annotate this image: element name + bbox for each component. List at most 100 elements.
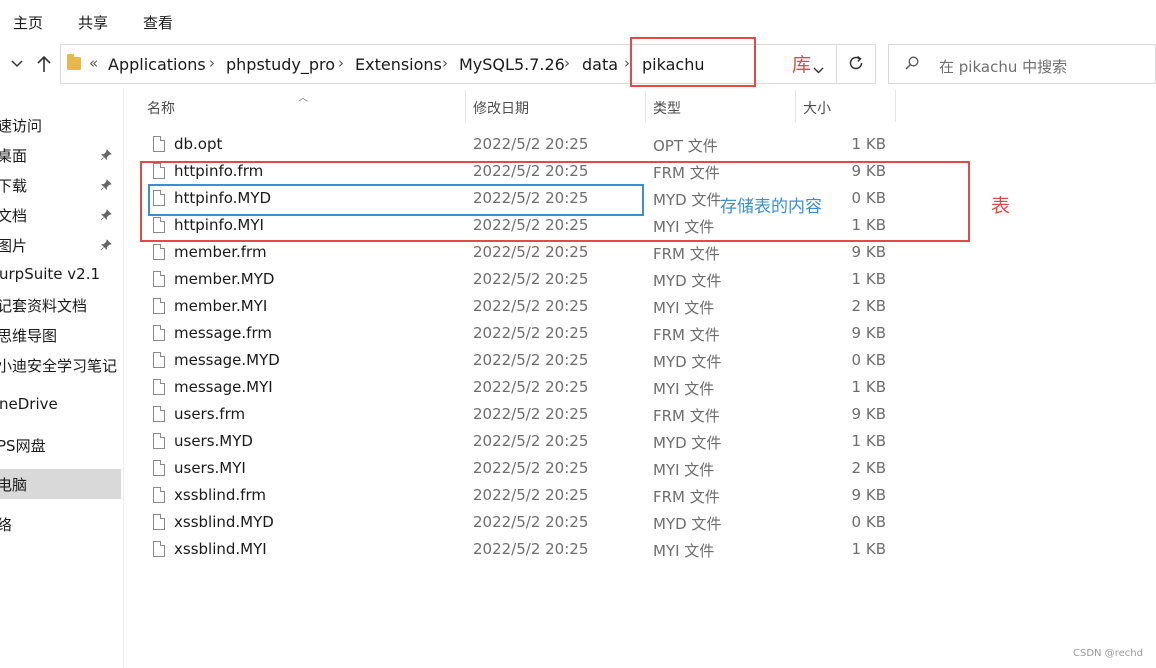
file-size: 2 KB [851, 297, 886, 315]
address-divider [836, 45, 837, 83]
breadcrumb-overflow[interactable]: « [89, 54, 98, 72]
file-size: 9 KB [851, 486, 886, 504]
column-header-type[interactable]: 类型 [653, 98, 681, 118]
file-size: 1 KB [851, 378, 886, 396]
file-row[interactable]: xssblind.MYI 2022/5/2 20:25 MYI 文件 1 KB [148, 536, 908, 563]
file-icon [153, 433, 165, 449]
breadcrumb-phpstudy-pro[interactable]: phpstudy_pro [226, 55, 335, 74]
file-date: 2022/5/2 20:25 [473, 324, 589, 342]
tab-share[interactable]: 共享 [78, 12, 108, 33]
file-type: FRM 文件 [653, 407, 720, 425]
column-header-name[interactable]: 名称 [147, 98, 175, 118]
file-name: xssblind.MYD [174, 513, 274, 531]
file-size: 9 KB [851, 324, 886, 342]
column-divider[interactable] [795, 90, 796, 122]
chevron-right-icon[interactable]: › [564, 54, 570, 72]
file-date: 2022/5/2 20:25 [473, 432, 589, 450]
file-name: xssblind.MYI [174, 540, 267, 558]
file-type: MYD 文件 [653, 515, 722, 533]
sidebar-item-burpsuite[interactable]: urpSuite v2.1 [0, 260, 120, 290]
file-row[interactable]: message.MYI 2022/5/2 20:25 MYI 文件 1 KB [148, 374, 908, 401]
sidebar-item-label: 小迪安全学习笔记 [0, 357, 118, 375]
column-divider[interactable] [895, 90, 896, 122]
file-type: MYI 文件 [653, 299, 715, 317]
file-date: 2022/5/2 20:25 [473, 405, 589, 423]
file-size: 0 KB [851, 513, 886, 531]
sidebar-item-pictures[interactable]: 图片 [0, 230, 118, 260]
tab-home[interactable]: 主页 [13, 12, 43, 33]
sidebar-item-downloads[interactable]: 下载 [0, 170, 118, 200]
refresh-button[interactable] [847, 54, 865, 76]
chevron-down-icon [813, 67, 824, 74]
file-row[interactable]: member.frm 2022/5/2 20:25 FRM 文件 9 KB [148, 239, 908, 266]
file-name: member.frm [174, 243, 267, 261]
column-divider[interactable] [645, 90, 646, 122]
file-icon [153, 487, 165, 503]
up-button[interactable] [31, 48, 57, 80]
file-date: 2022/5/2 20:25 [473, 135, 589, 153]
chevron-down-icon [11, 60, 23, 68]
arrow-up-icon [37, 55, 51, 72]
file-name: message.MYD [174, 351, 280, 369]
annotation-myd-label: 存储表的内容 [720, 197, 822, 217]
file-icon [153, 298, 165, 314]
breadcrumb-applications[interactable]: Applications [108, 55, 206, 74]
file-size: 2 KB [851, 459, 886, 477]
file-name: member.MYD [174, 270, 275, 288]
file-row[interactable]: users.frm 2022/5/2 20:25 FRM 文件 9 KB [148, 401, 908, 428]
navigation-bar: « Applications › phpstudy_pro › Extensio… [0, 42, 1156, 88]
file-size: 0 KB [851, 351, 886, 369]
ribbon: 主页 共享 查看 [0, 0, 1156, 42]
sidebar-item-onedrive[interactable]: neDrive [0, 390, 120, 420]
search-box[interactable]: 在 pikachu 中搜索 [888, 44, 1156, 84]
file-row[interactable]: users.MYI 2022/5/2 20:25 MYI 文件 2 KB [148, 455, 908, 482]
file-type: MYD 文件 [653, 434, 722, 452]
file-row[interactable]: member.MYI 2022/5/2 20:25 MYI 文件 2 KB [148, 293, 908, 320]
file-row[interactable]: users.MYD 2022/5/2 20:25 MYD 文件 1 KB [148, 428, 908, 455]
annotation-db-box [630, 37, 756, 87]
breadcrumb-extensions[interactable]: Extensions [355, 55, 442, 74]
file-icon [153, 379, 165, 395]
annotation-db-label: 库 [792, 54, 812, 76]
sidebar-item-label: 图片 [0, 237, 28, 255]
sidebar-item-mindmap[interactable]: 思维导图 [0, 320, 118, 350]
sidebar-item-materials[interactable]: 记套资料文档 [0, 290, 118, 320]
column-divider[interactable] [465, 90, 466, 122]
recent-locations-button[interactable] [4, 48, 30, 80]
breadcrumb-data[interactable]: data [582, 55, 618, 74]
sidebar-item-desktop[interactable]: 桌面 [0, 140, 118, 170]
sidebar-item-quick-access[interactable]: 速访问 [0, 110, 118, 140]
sidebar-item-label: 记套资料文档 [0, 297, 88, 315]
file-date: 2022/5/2 20:25 [473, 351, 589, 369]
file-row[interactable]: member.MYD 2022/5/2 20:25 MYD 文件 1 KB [148, 266, 908, 293]
sidebar-item-network[interactable]: 络 [0, 509, 118, 539]
file-size: 9 KB [851, 405, 886, 423]
breadcrumb-mysql[interactable]: MySQL5.7.26 [459, 55, 565, 74]
sidebar-item-this-pc[interactable]: 电脑 [0, 469, 121, 499]
chevron-right-icon[interactable]: › [209, 54, 215, 72]
file-row[interactable]: message.MYD 2022/5/2 20:25 MYD 文件 0 KB [148, 347, 908, 374]
file-row[interactable]: message.frm 2022/5/2 20:25 FRM 文件 9 KB [148, 320, 908, 347]
file-type: MYI 文件 [653, 461, 715, 479]
file-icon [153, 325, 165, 341]
file-type: MYI 文件 [653, 542, 715, 560]
sidebar-item-notes[interactable]: 小迪安全学习笔记 [0, 350, 118, 380]
file-row[interactable]: xssblind.frm 2022/5/2 20:25 FRM 文件 9 KB [148, 482, 908, 509]
file-type: MYI 文件 [653, 380, 715, 398]
chevron-right-icon[interactable]: › [442, 54, 448, 72]
sidebar-item-label: 思维导图 [0, 327, 58, 345]
tab-view[interactable]: 查看 [143, 12, 173, 33]
file-icon [153, 460, 165, 476]
sidebar-item-documents[interactable]: 文档 [0, 200, 118, 230]
address-history-button[interactable] [813, 59, 824, 78]
pin-icon [100, 209, 112, 221]
file-row[interactable]: xssblind.MYD 2022/5/2 20:25 MYD 文件 0 KB [148, 509, 908, 536]
column-header-size[interactable]: 大小 [803, 98, 831, 118]
file-row[interactable]: db.opt 2022/5/2 20:25 OPT 文件 1 KB [148, 131, 908, 158]
column-header-date[interactable]: 修改日期 [473, 98, 529, 118]
file-date: 2022/5/2 20:25 [473, 243, 589, 261]
sidebar-item-wps-drive[interactable]: PS网盘 [0, 430, 118, 460]
annotation-table-label: 表 [991, 195, 1011, 217]
file-date: 2022/5/2 20:25 [473, 486, 589, 504]
chevron-right-icon[interactable]: › [338, 54, 344, 72]
